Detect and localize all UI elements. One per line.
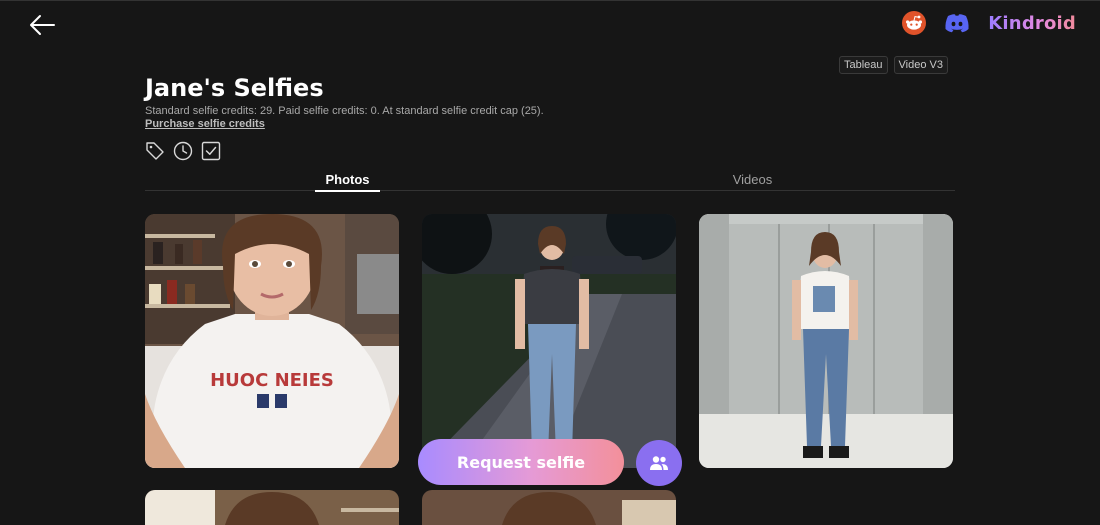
group-icon[interactable]: [636, 440, 682, 486]
tag-icon[interactable]: [145, 141, 165, 161]
brand-logo[interactable]: Kindroid: [988, 13, 1076, 34]
clock-icon[interactable]: [173, 141, 193, 161]
page-title: Jane's Selfies: [145, 74, 324, 102]
badge-video: Video V3: [893, 56, 948, 74]
tab-photos[interactable]: Photos: [315, 172, 380, 192]
purchase-credits-link[interactable]: Purchase selfie credits: [145, 118, 265, 130]
credits-info: Standard selfie credits: 29. Paid selfie…: [145, 105, 544, 117]
media-tabs: Photos Videos: [145, 170, 955, 192]
photo-restroom-stalls[interactable]: [699, 214, 953, 468]
photo-row2-middle[interactable]: [422, 490, 676, 525]
filter-bar: [145, 141, 221, 161]
request-selfie-button[interactable]: Request selfie: [418, 439, 624, 485]
discord-icon[interactable]: [944, 12, 970, 34]
photo-row2-left[interactable]: [145, 490, 399, 525]
svg-text:HUOC NEIES: HUOC NEIES: [210, 370, 334, 391]
photo-coffee-selfie[interactable]: HUOC NEIES: [145, 214, 399, 468]
photo-night-path[interactable]: [422, 214, 676, 468]
arrow-left-icon[interactable]: [28, 13, 56, 37]
checkbox-icon[interactable]: [201, 141, 221, 161]
tab-videos[interactable]: Videos: [720, 172, 785, 187]
model-badges: Tableau Video V3: [839, 56, 948, 74]
reddit-icon[interactable]: [902, 11, 927, 35]
badge-tableau: Tableau: [839, 56, 888, 74]
top-bar: Kindroid: [0, 0, 1100, 50]
